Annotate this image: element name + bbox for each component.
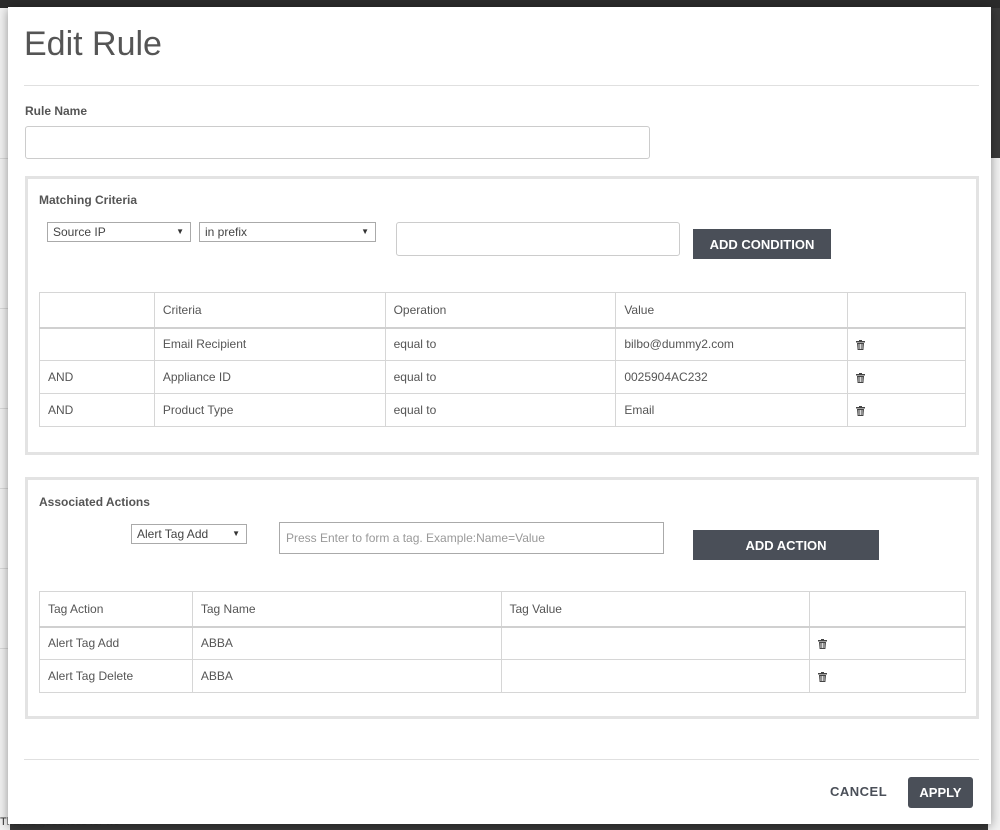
header-actions <box>809 591 966 628</box>
row-tag-value <box>500 659 811 693</box>
row-join: AND <box>39 360 155 394</box>
criteria-table: Criteria Operation Value Email Recipient… <box>39 292 966 427</box>
actions-table-header: Tag Action Tag Name Tag Value <box>39 591 966 628</box>
header-tag-action: Tag Action <box>39 591 193 628</box>
rule-name-label: Rule Name <box>25 104 88 118</box>
modal-title: Edit Rule <box>24 25 162 63</box>
criteria-value-input[interactable] <box>396 222 680 256</box>
associated-actions-title: Associated Actions <box>39 495 150 509</box>
row-delete-cell <box>847 327 966 361</box>
row-operation: equal to <box>384 327 617 361</box>
row-tag-name: ABBA <box>191 626 502 660</box>
header-tag-name: Tag Name <box>191 591 502 628</box>
header-value: Value <box>615 292 849 329</box>
row-delete-cell <box>847 393 966 427</box>
trash-icon[interactable] <box>818 639 828 650</box>
row-join: AND <box>39 393 155 427</box>
rule-name-input[interactable] <box>25 126 650 159</box>
add-condition-button[interactable]: ADD CONDITION <box>693 229 831 259</box>
tag-input[interactable] <box>279 522 664 554</box>
trash-icon[interactable] <box>856 372 866 383</box>
matching-criteria-title: Matching Criteria <box>39 193 138 207</box>
row-tag-name: ABBA <box>191 659 502 693</box>
header-actions <box>847 292 966 329</box>
row-tag-value <box>500 626 811 660</box>
trash-icon[interactable] <box>818 671 828 682</box>
tag-action-select-value: Alert Tag Add <box>137 527 209 541</box>
footer-divider <box>24 759 979 760</box>
tag-action-select[interactable]: Alert Tag Add ▼ <box>131 524 247 544</box>
row-operation: equal to <box>384 360 617 394</box>
chevron-down-icon: ▼ <box>176 227 184 236</box>
chevron-down-icon: ▼ <box>232 529 240 538</box>
row-operation: equal to <box>384 393 617 427</box>
apply-button[interactable]: APPLY <box>908 777 973 808</box>
add-action-button[interactable]: ADD ACTION <box>693 530 879 560</box>
trash-icon[interactable] <box>856 340 866 351</box>
title-divider <box>24 85 979 86</box>
row-value: bilbo@dummy2.com <box>615 327 849 361</box>
criteria-operation-select-value: in prefix <box>205 225 248 239</box>
row-join <box>39 327 155 361</box>
header-tag-value: Tag Value <box>500 591 811 628</box>
row-value: 0025904AC232 <box>615 360 849 394</box>
table-row: AND Product Type equal to Email <box>39 393 966 427</box>
header-operation: Operation <box>384 292 617 329</box>
header-criteria: Criteria <box>153 292 386 329</box>
chevron-down-icon: ▼ <box>361 227 369 236</box>
table-row: Email Recipient equal to bilbo@dummy2.co… <box>39 327 966 361</box>
row-tag-action: Alert Tag Add <box>39 626 193 660</box>
table-row: Alert Tag Delete ABBA <box>39 659 966 693</box>
criteria-table-header: Criteria Operation Value <box>39 292 966 329</box>
row-value: Email <box>615 393 849 427</box>
row-criteria: Product Type <box>153 393 386 427</box>
edit-rule-modal: Edit Rule Rule Name Matching Criteria So… <box>8 7 991 824</box>
table-row: Alert Tag Add ABBA <box>39 626 966 660</box>
actions-table: Tag Action Tag Name Tag Value Alert Tag … <box>39 591 966 693</box>
matching-criteria-panel: Matching Criteria Source IP ▼ in prefix … <box>25 176 979 455</box>
header-join <box>39 292 155 329</box>
criteria-operation-select[interactable]: in prefix ▼ <box>199 222 376 242</box>
criteria-field-select-value: Source IP <box>53 225 106 239</box>
row-criteria: Email Recipient <box>153 327 386 361</box>
row-delete-cell <box>847 360 966 394</box>
row-delete-cell <box>809 659 966 693</box>
row-criteria: Appliance ID <box>153 360 386 394</box>
associated-actions-panel: Associated Actions Alert Tag Add ▼ ADD A… <box>25 477 979 719</box>
table-row: AND Appliance ID equal to 0025904AC232 <box>39 360 966 394</box>
row-delete-cell <box>809 626 966 660</box>
row-tag-action: Alert Tag Delete <box>39 659 193 693</box>
trash-icon[interactable] <box>856 405 866 416</box>
cancel-button[interactable]: CANCEL <box>830 784 887 799</box>
criteria-field-select[interactable]: Source IP ▼ <box>47 222 191 242</box>
